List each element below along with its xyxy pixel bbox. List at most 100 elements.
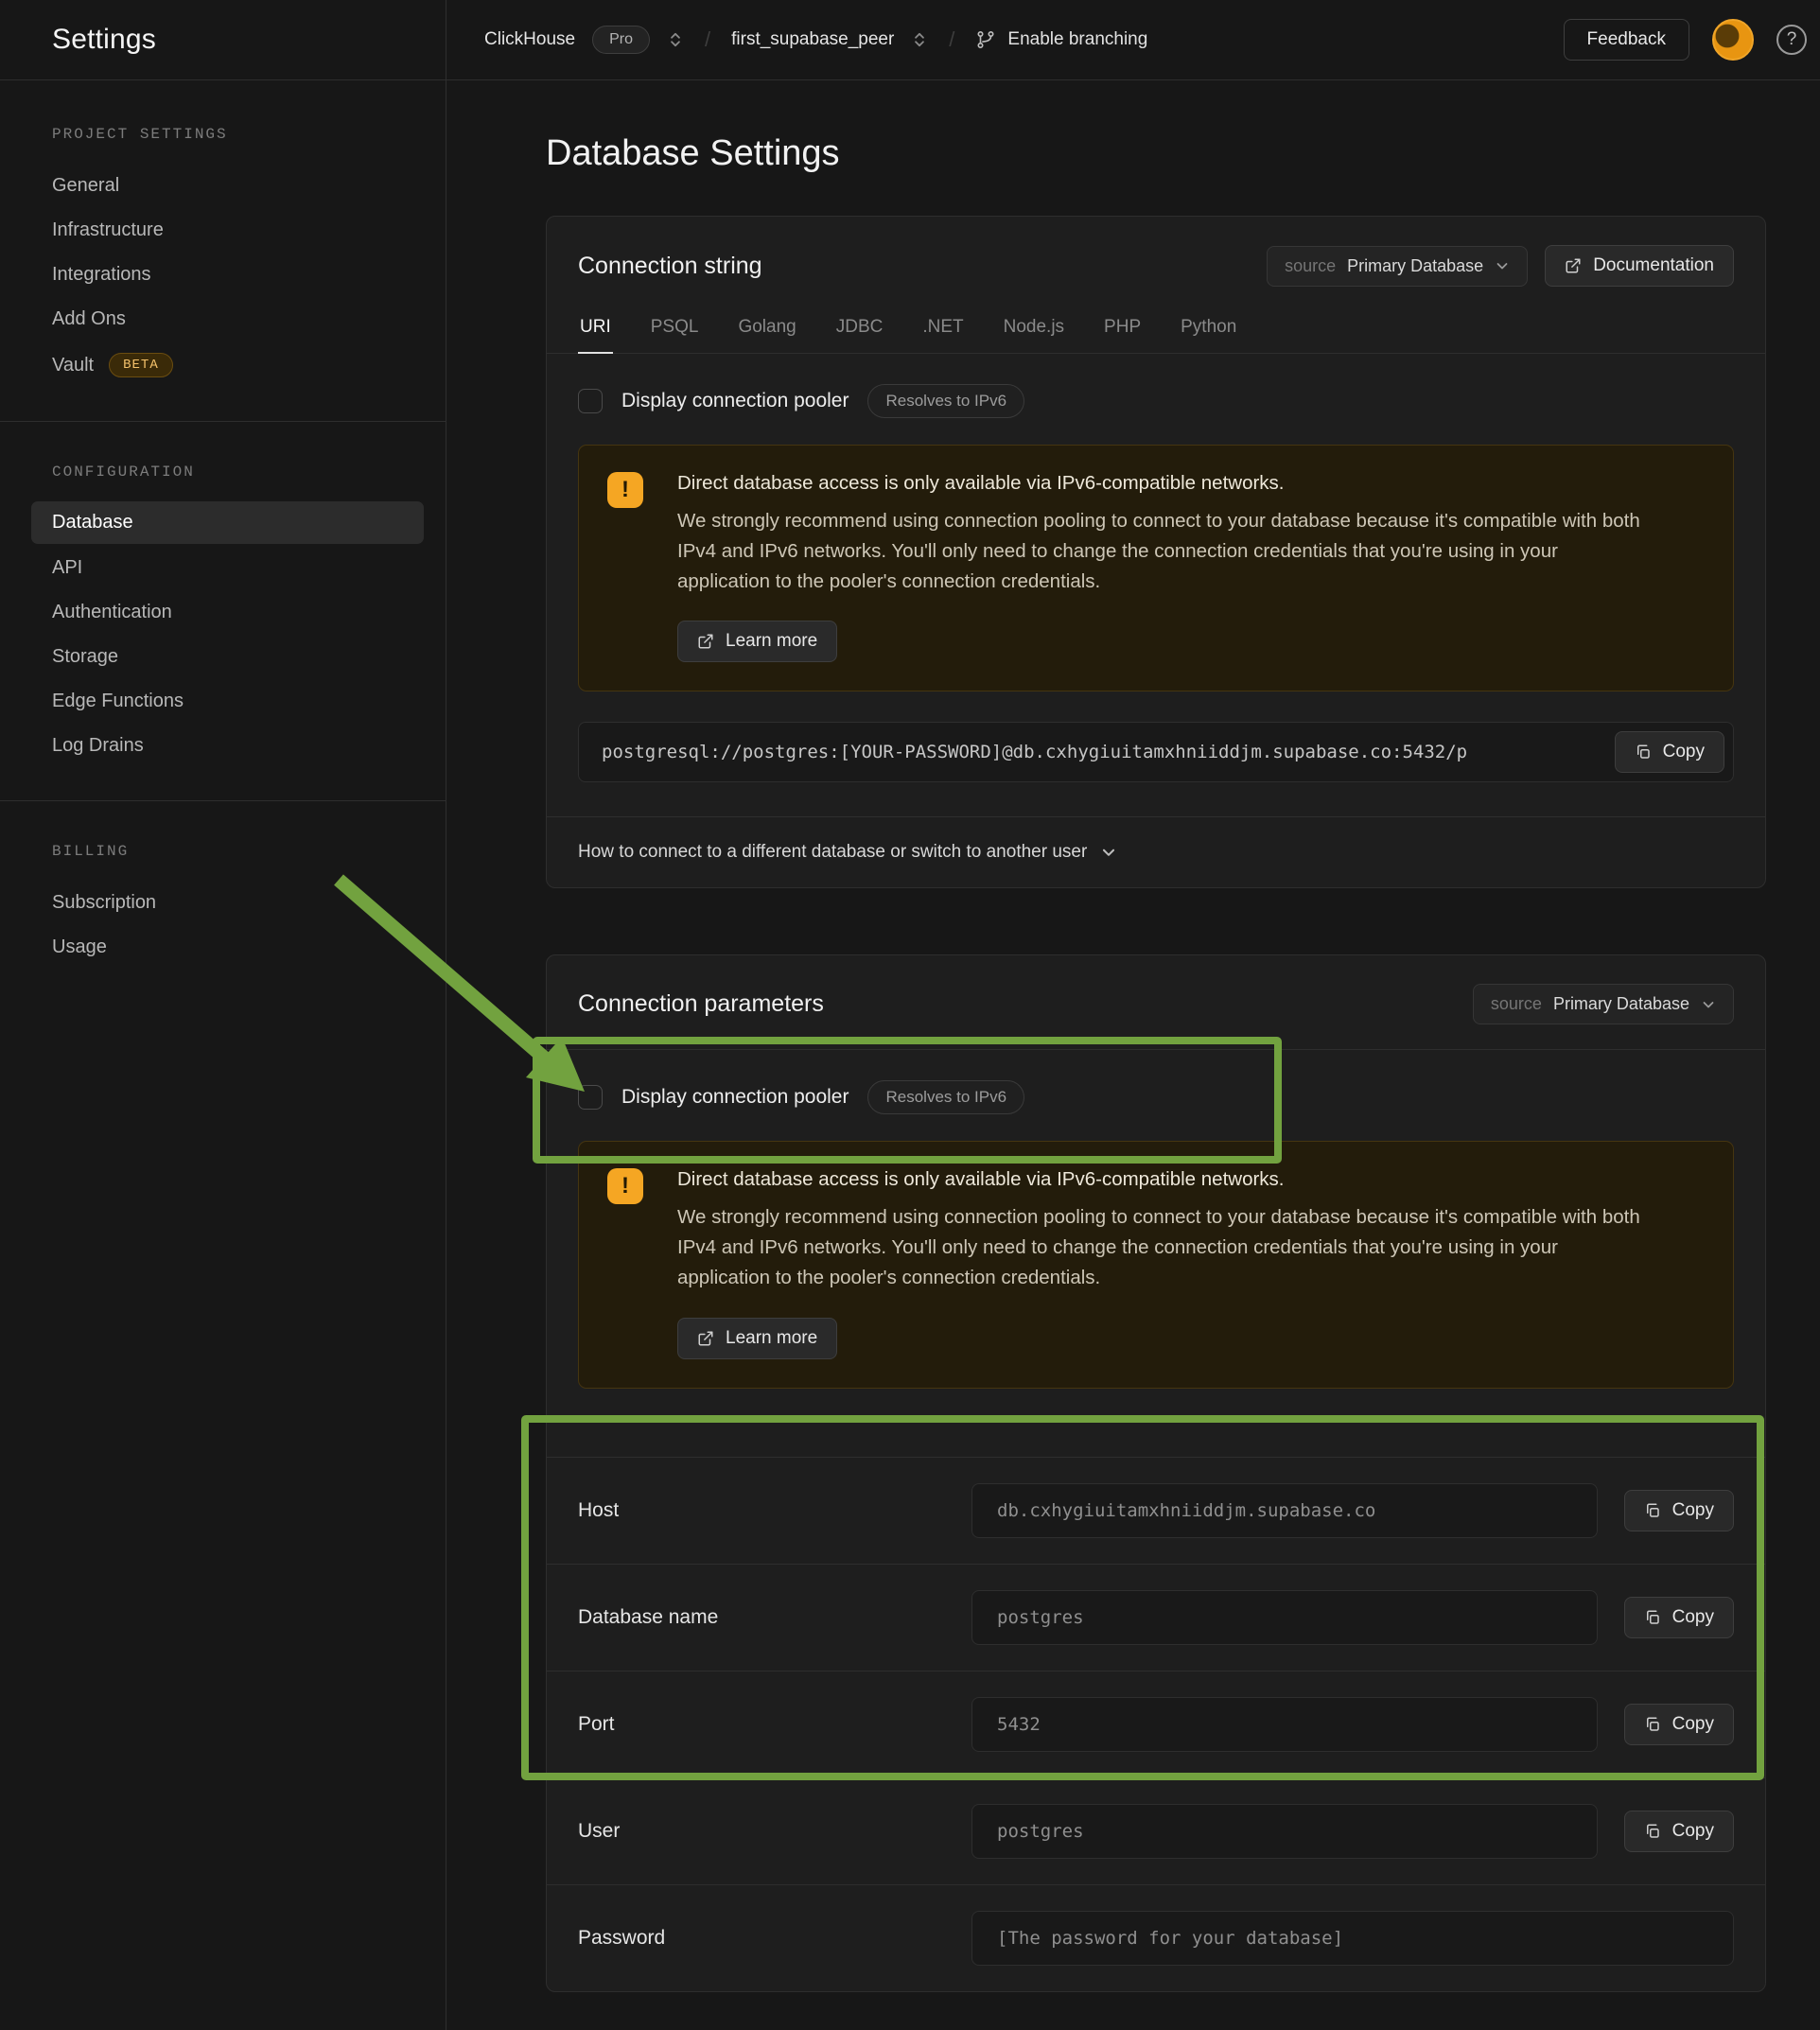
resolves-to-ipv6-badge: Resolves to IPv6 [867,1080,1024,1114]
sidebar-item-integrations[interactable]: Integrations [0,253,446,297]
sidebar-item-general[interactable]: General [0,164,446,208]
settings-header: Settings [0,0,446,79]
ipv6-notice: ! Direct database access is only availab… [578,445,1734,691]
display-connection-pooler-checkbox[interactable] [578,1085,603,1110]
connection-string-footer[interactable]: How to connect to a different database o… [547,816,1765,887]
connection-parameters-list: Host db.cxhygiuitamxhniiddjm.supabase.co… [547,1457,1765,1991]
source-select[interactable]: source Primary Database [1267,246,1528,287]
param-row-user: User postgres Copy [547,1777,1765,1884]
section-label-billing: BILLING [52,843,446,860]
plan-badge[interactable]: Pro [592,26,650,54]
chevron-down-icon [1100,844,1117,861]
display-connection-pooler-label[interactable]: Display connection pooler [621,1086,849,1109]
sidebar-item-edge-functions[interactable]: Edge Functions [0,679,446,724]
copy-database-name-button[interactable]: Copy [1624,1597,1734,1638]
git-branch-icon [975,29,996,50]
param-row-host: Host db.cxhygiuitamxhniiddjm.supabase.co… [547,1458,1765,1564]
source-label: source [1285,256,1336,276]
chevron-down-icon [1495,258,1510,273]
sidebar-item-api[interactable]: API [0,546,446,590]
learn-more-button[interactable]: Learn more [677,1318,837,1359]
external-link-icon [697,1330,714,1347]
param-row-database-name: Database name postgres Copy [547,1564,1765,1671]
alert-icon: ! [607,472,643,508]
port-label: Port [578,1713,971,1736]
tab-psql[interactable]: PSQL [649,313,701,353]
copy-icon [1644,1716,1661,1733]
sidebar-item-authentication[interactable]: Authentication [0,590,446,635]
resolves-to-ipv6-badge: Resolves to IPv6 [867,384,1024,418]
sidebar-item-vault[interactable]: Vault BETA [0,341,446,389]
source-label: source [1491,994,1542,1014]
chevron-down-icon [1701,997,1716,1012]
notice-body: We strongly recommend using connection p… [677,506,1652,596]
tab-uri[interactable]: URI [578,313,613,353]
tab-php[interactable]: PHP [1102,313,1143,353]
sidebar-item-label: Vault [52,355,94,376]
breadcrumb-project[interactable]: first_supabase_peer [731,29,894,50]
copy-label: Copy [1672,1821,1714,1842]
source-select[interactable]: source Primary Database [1473,984,1734,1024]
feedback-button[interactable]: Feedback [1564,19,1689,61]
beta-badge: BETA [109,353,173,377]
param-row-port: Port 5432 Copy [547,1671,1765,1777]
copy-user-button[interactable]: Copy [1624,1811,1734,1852]
pooler-row: Display connection pooler Resolves to IP… [578,1080,1734,1114]
host-label: Host [578,1499,971,1522]
notice-title: Direct database access is only available… [677,1168,1703,1191]
database-name-field[interactable]: postgres [971,1590,1598,1645]
tab-nodejs[interactable]: Node.js [1002,313,1066,353]
sidebar-item-infrastructure[interactable]: Infrastructure [0,208,446,253]
enable-branching-button[interactable]: Enable branching [975,29,1147,50]
sidebar-section-project-settings: PROJECT SETTINGS General Infrastructure … [0,126,446,389]
learn-more-button[interactable]: Learn more [677,621,837,662]
tab-dotnet[interactable]: .NET [920,313,965,353]
sidebar-item-storage[interactable]: Storage [0,635,446,679]
org-switcher-icon[interactable] [667,31,684,48]
sidebar-item-log-drains[interactable]: Log Drains [0,724,446,768]
database-name-label: Database name [578,1606,971,1629]
learn-more-label: Learn more [726,631,817,652]
copy-port-button[interactable]: Copy [1624,1704,1734,1745]
settings-title: Settings [52,24,156,56]
section-label-project-settings: PROJECT SETTINGS [52,126,446,143]
password-field[interactable]: [The password for your database] [971,1911,1734,1966]
display-connection-pooler-checkbox[interactable] [578,389,603,413]
sidebar: PROJECT SETTINGS General Infrastructure … [0,80,446,2030]
breadcrumb-org[interactable]: ClickHouse [484,29,575,50]
enable-branching-label: Enable branching [1007,29,1147,50]
copy-host-button[interactable]: Copy [1624,1490,1734,1531]
sidebar-item-database[interactable]: Database [31,501,424,544]
learn-more-label: Learn more [726,1328,817,1349]
divider [0,800,446,801]
user-field[interactable]: postgres [971,1804,1598,1859]
connection-string-title: Connection string [578,253,762,280]
breadcrumb-separator: / [945,27,958,52]
host-field[interactable]: db.cxhygiuitamxhniiddjm.supabase.co [971,1483,1598,1538]
connection-string-actions: source Primary Database Documentation [1267,245,1734,287]
connection-string-card: Connection string source Primary Databas… [546,216,1766,888]
sidebar-section-configuration: CONFIGURATION Database API Authenticatio… [0,464,446,768]
tab-jdbc[interactable]: JDBC [834,313,885,353]
divider [0,421,446,422]
connection-string-tabs: URI PSQL Golang JDBC .NET Node.js PHP Py… [547,313,1765,354]
documentation-button[interactable]: Documentation [1545,245,1734,287]
port-field[interactable]: 5432 [971,1697,1598,1752]
sidebar-item-usage[interactable]: Usage [0,925,446,970]
password-label: Password [578,1927,971,1950]
help-icon[interactable]: ? [1776,25,1807,55]
copy-icon [1644,1502,1661,1519]
copy-uri-button[interactable]: Copy [1615,731,1724,773]
tab-python[interactable]: Python [1179,313,1238,353]
external-link-icon [697,633,714,650]
user-label: User [578,1820,971,1843]
sidebar-item-add-ons[interactable]: Add Ons [0,297,446,341]
sidebar-item-subscription[interactable]: Subscription [0,881,446,925]
tab-golang[interactable]: Golang [736,313,797,353]
project-switcher-icon[interactable] [911,31,928,48]
display-connection-pooler-label[interactable]: Display connection pooler [621,390,849,412]
param-row-password: Password [The password for your database… [547,1884,1765,1991]
connection-uri-field[interactable]: postgresql://postgres:[YOUR-PASSWORD]@db… [578,722,1734,782]
org-avatar[interactable] [1712,19,1754,61]
copy-label: Copy [1672,1607,1714,1628]
